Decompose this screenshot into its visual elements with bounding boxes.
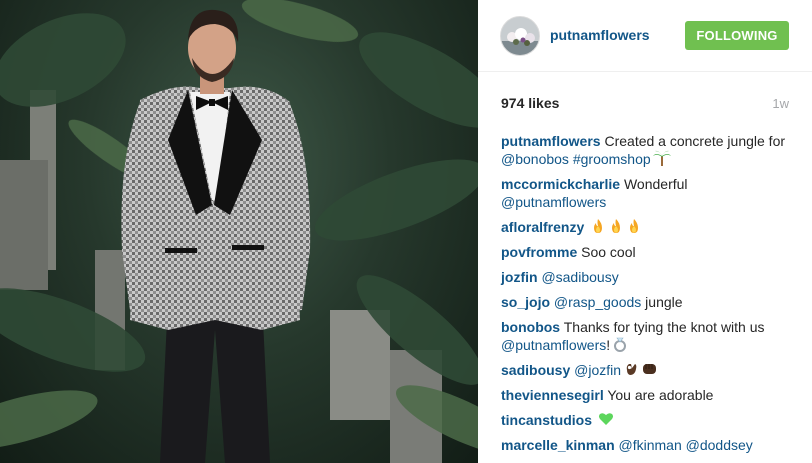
comment-text: jungle	[641, 294, 683, 310]
mention-link[interactable]: @doddsey	[686, 437, 753, 453]
comment-item: povfromme Soo cool	[501, 243, 791, 261]
comment-item: afloralfrenzy	[501, 218, 791, 236]
hashtag-link[interactable]: #groomshop	[573, 151, 651, 167]
comment-text	[584, 219, 588, 235]
comment-text: !	[606, 337, 611, 353]
comment-item: bonobos Thanks for tying the knot with u…	[501, 318, 791, 354]
fire-emoji-icon	[608, 218, 624, 234]
following-button[interactable]: FOLLOWING	[685, 21, 789, 50]
mention-link[interactable]: @putnamflowers	[501, 194, 606, 210]
fire-emoji-icon	[626, 218, 642, 234]
post-photo[interactable]	[0, 0, 478, 463]
mention-link[interactable]: @fkinman	[619, 437, 682, 453]
comment-text: You are adorable	[603, 387, 714, 403]
comment-text: Wonderful	[620, 176, 688, 192]
avatar[interactable]	[500, 16, 540, 56]
comment-item: mccormickcharlie Wonderful @putnamflower…	[501, 175, 791, 211]
ring-emoji-icon	[612, 336, 628, 352]
comment-username[interactable]: povfromme	[501, 244, 577, 260]
avatar-image	[501, 17, 539, 55]
comment-username[interactable]: putnamflowers	[501, 133, 601, 149]
photo-illustration	[0, 0, 478, 463]
comment-item: sadibousy @jozfin	[501, 361, 791, 379]
comment-item: marcelle_kinman @fkinman @doddsey	[501, 436, 791, 454]
comment-text: Soo cool	[577, 244, 636, 260]
fist-emoji-icon	[641, 361, 659, 377]
comment-username[interactable]: tincanstudios	[501, 412, 592, 428]
comment-username[interactable]: so_jojo	[501, 294, 550, 310]
comment-username[interactable]: mccormickcharlie	[501, 176, 620, 192]
comments-list: putnamflowers Created a concrete jungle …	[501, 132, 791, 461]
comment-item: putnamflowers Created a concrete jungle …	[501, 132, 791, 168]
comment-username[interactable]: sadibousy	[501, 362, 570, 378]
likes-row: 974 likes 1w	[501, 95, 789, 113]
comment-username[interactable]: bonobos	[501, 319, 560, 335]
comment-text: Thanks for tying the knot with us	[560, 319, 765, 335]
mention-link[interactable]: @sadibousy	[541, 269, 618, 285]
comment-text	[592, 412, 596, 428]
comment-item: tincanstudios	[501, 411, 791, 429]
comment-text: Created a concrete jungle for	[600, 133, 786, 149]
comment-username[interactable]: jozfin	[501, 269, 538, 285]
post-header: putnamflowers FOLLOWING	[478, 0, 812, 72]
mention-link[interactable]: @putnamflowers	[501, 337, 606, 353]
likes-count[interactable]: 974 likes	[501, 95, 559, 111]
mention-link[interactable]: @bonobos	[501, 151, 569, 167]
green-heart-emoji-icon	[598, 411, 614, 427]
mention-link[interactable]: @jozfin	[574, 362, 621, 378]
palm-tree-emoji-icon	[652, 150, 671, 166]
fire-emoji-icon	[590, 218, 606, 234]
comment-item: jozfin @sadibousy	[501, 268, 791, 286]
mention-link[interactable]: @rasp_goods	[554, 294, 641, 310]
comment-item: theviennesegirl You are adorable	[501, 386, 791, 404]
post-details-panel: putnamflowers FOLLOWING 974 likes 1w put…	[478, 0, 812, 463]
post-author-username[interactable]: putnamflowers	[550, 27, 650, 43]
comment-item: so_jojo @rasp_goods jungle	[501, 293, 791, 311]
comment-username[interactable]: marcelle_kinman	[501, 437, 615, 453]
comment-username[interactable]: theviennesegirl	[501, 387, 604, 403]
post-timestamp[interactable]: 1w	[772, 96, 789, 111]
ok-hand-emoji-icon	[623, 361, 639, 377]
comment-username[interactable]: afloralfrenzy	[501, 219, 584, 235]
